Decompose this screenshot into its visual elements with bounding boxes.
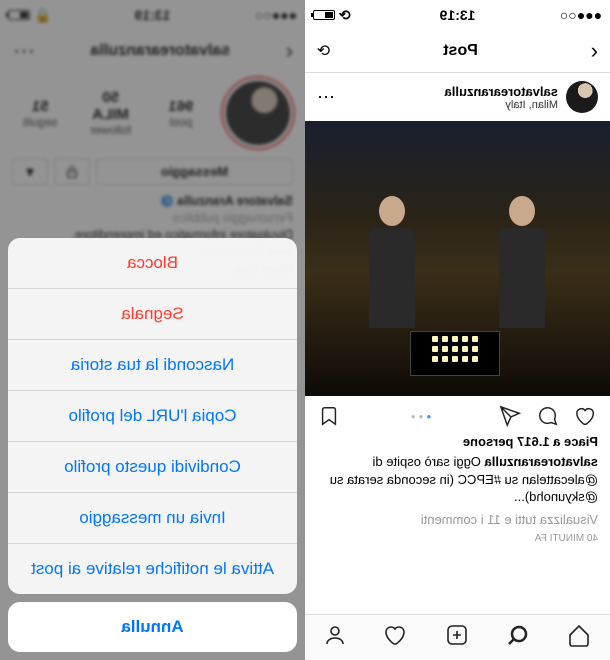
comment-icon[interactable] [536, 404, 560, 428]
caption-username[interactable]: salvatorearanzulla [485, 454, 598, 469]
post-time: 40 MINUTI FA [305, 531, 610, 552]
more-icon[interactable]: ⋯ [317, 87, 335, 108]
activity-tab-icon[interactable] [385, 623, 409, 652]
carousel-indicator: ●●● [355, 412, 484, 421]
home-tab-icon[interactable] [568, 623, 592, 652]
status-bar: ●●●○○ 13:19 ⟳ [305, 0, 610, 30]
enable-notifications-button[interactable]: Attiva le notifiche relative ai post [8, 544, 297, 594]
report-button[interactable]: Segnala [8, 289, 297, 340]
like-icon[interactable] [574, 404, 598, 428]
bottom-tabs [305, 614, 610, 660]
action-sheet: Blocca Segnala Nascondi la tua storia Co… [8, 238, 297, 652]
profile-screen: ●●●○○ 13:19 🔒 ‹ salvatorearanzulla ⋯ 961… [0, 0, 305, 660]
bookmark-icon[interactable] [317, 404, 341, 428]
search-tab-icon[interactable] [507, 623, 531, 652]
block-button[interactable]: Blocca [8, 238, 297, 289]
share-icon[interactable] [498, 404, 522, 428]
likes-count[interactable]: Piace a 1.617 persone [305, 432, 610, 451]
post-image[interactable] [305, 121, 610, 396]
send-message-button[interactable]: Invia un messaggio [8, 493, 297, 544]
avatar[interactable] [566, 81, 598, 113]
post-actions: ●●● [305, 396, 610, 432]
signal-icon: ●●●○○ [560, 7, 602, 23]
battery-icon [313, 10, 335, 20]
profile-tab-icon[interactable] [324, 623, 348, 652]
post-header: salvatorearanzulla Milan, Italy ⋯ [305, 73, 610, 121]
cancel-button[interactable]: Annulla [8, 602, 297, 652]
copy-url-button[interactable]: Copia l'URL del profilo [8, 391, 297, 442]
post-caption: salvatorearanzulla Oggi sarò ospite di @… [305, 451, 610, 508]
refresh-icon[interactable]: ⟳ [317, 41, 330, 61]
share-profile-button[interactable]: Condividi questo profilo [8, 442, 297, 493]
back-icon[interactable]: ‹ [591, 38, 598, 64]
lock-icon: ⟳ [339, 7, 351, 24]
status-time: 13:19 [409, 7, 505, 23]
post-username[interactable]: salvatorearanzulla [445, 84, 558, 99]
hide-story-button[interactable]: Nascondi la tua storia [8, 340, 297, 391]
view-comments[interactable]: Visualizza tutti e 11 i commenti [305, 508, 610, 531]
add-tab-icon[interactable] [446, 623, 470, 652]
nav-title: Post [443, 42, 478, 60]
post-screen: ●●●○○ 13:19 ⟳ ‹ Post ⟳ salvatorearanzull… [305, 0, 610, 660]
post-location[interactable]: Milan, Italy [445, 99, 558, 111]
post-nav: ‹ Post ⟳ [305, 30, 610, 73]
